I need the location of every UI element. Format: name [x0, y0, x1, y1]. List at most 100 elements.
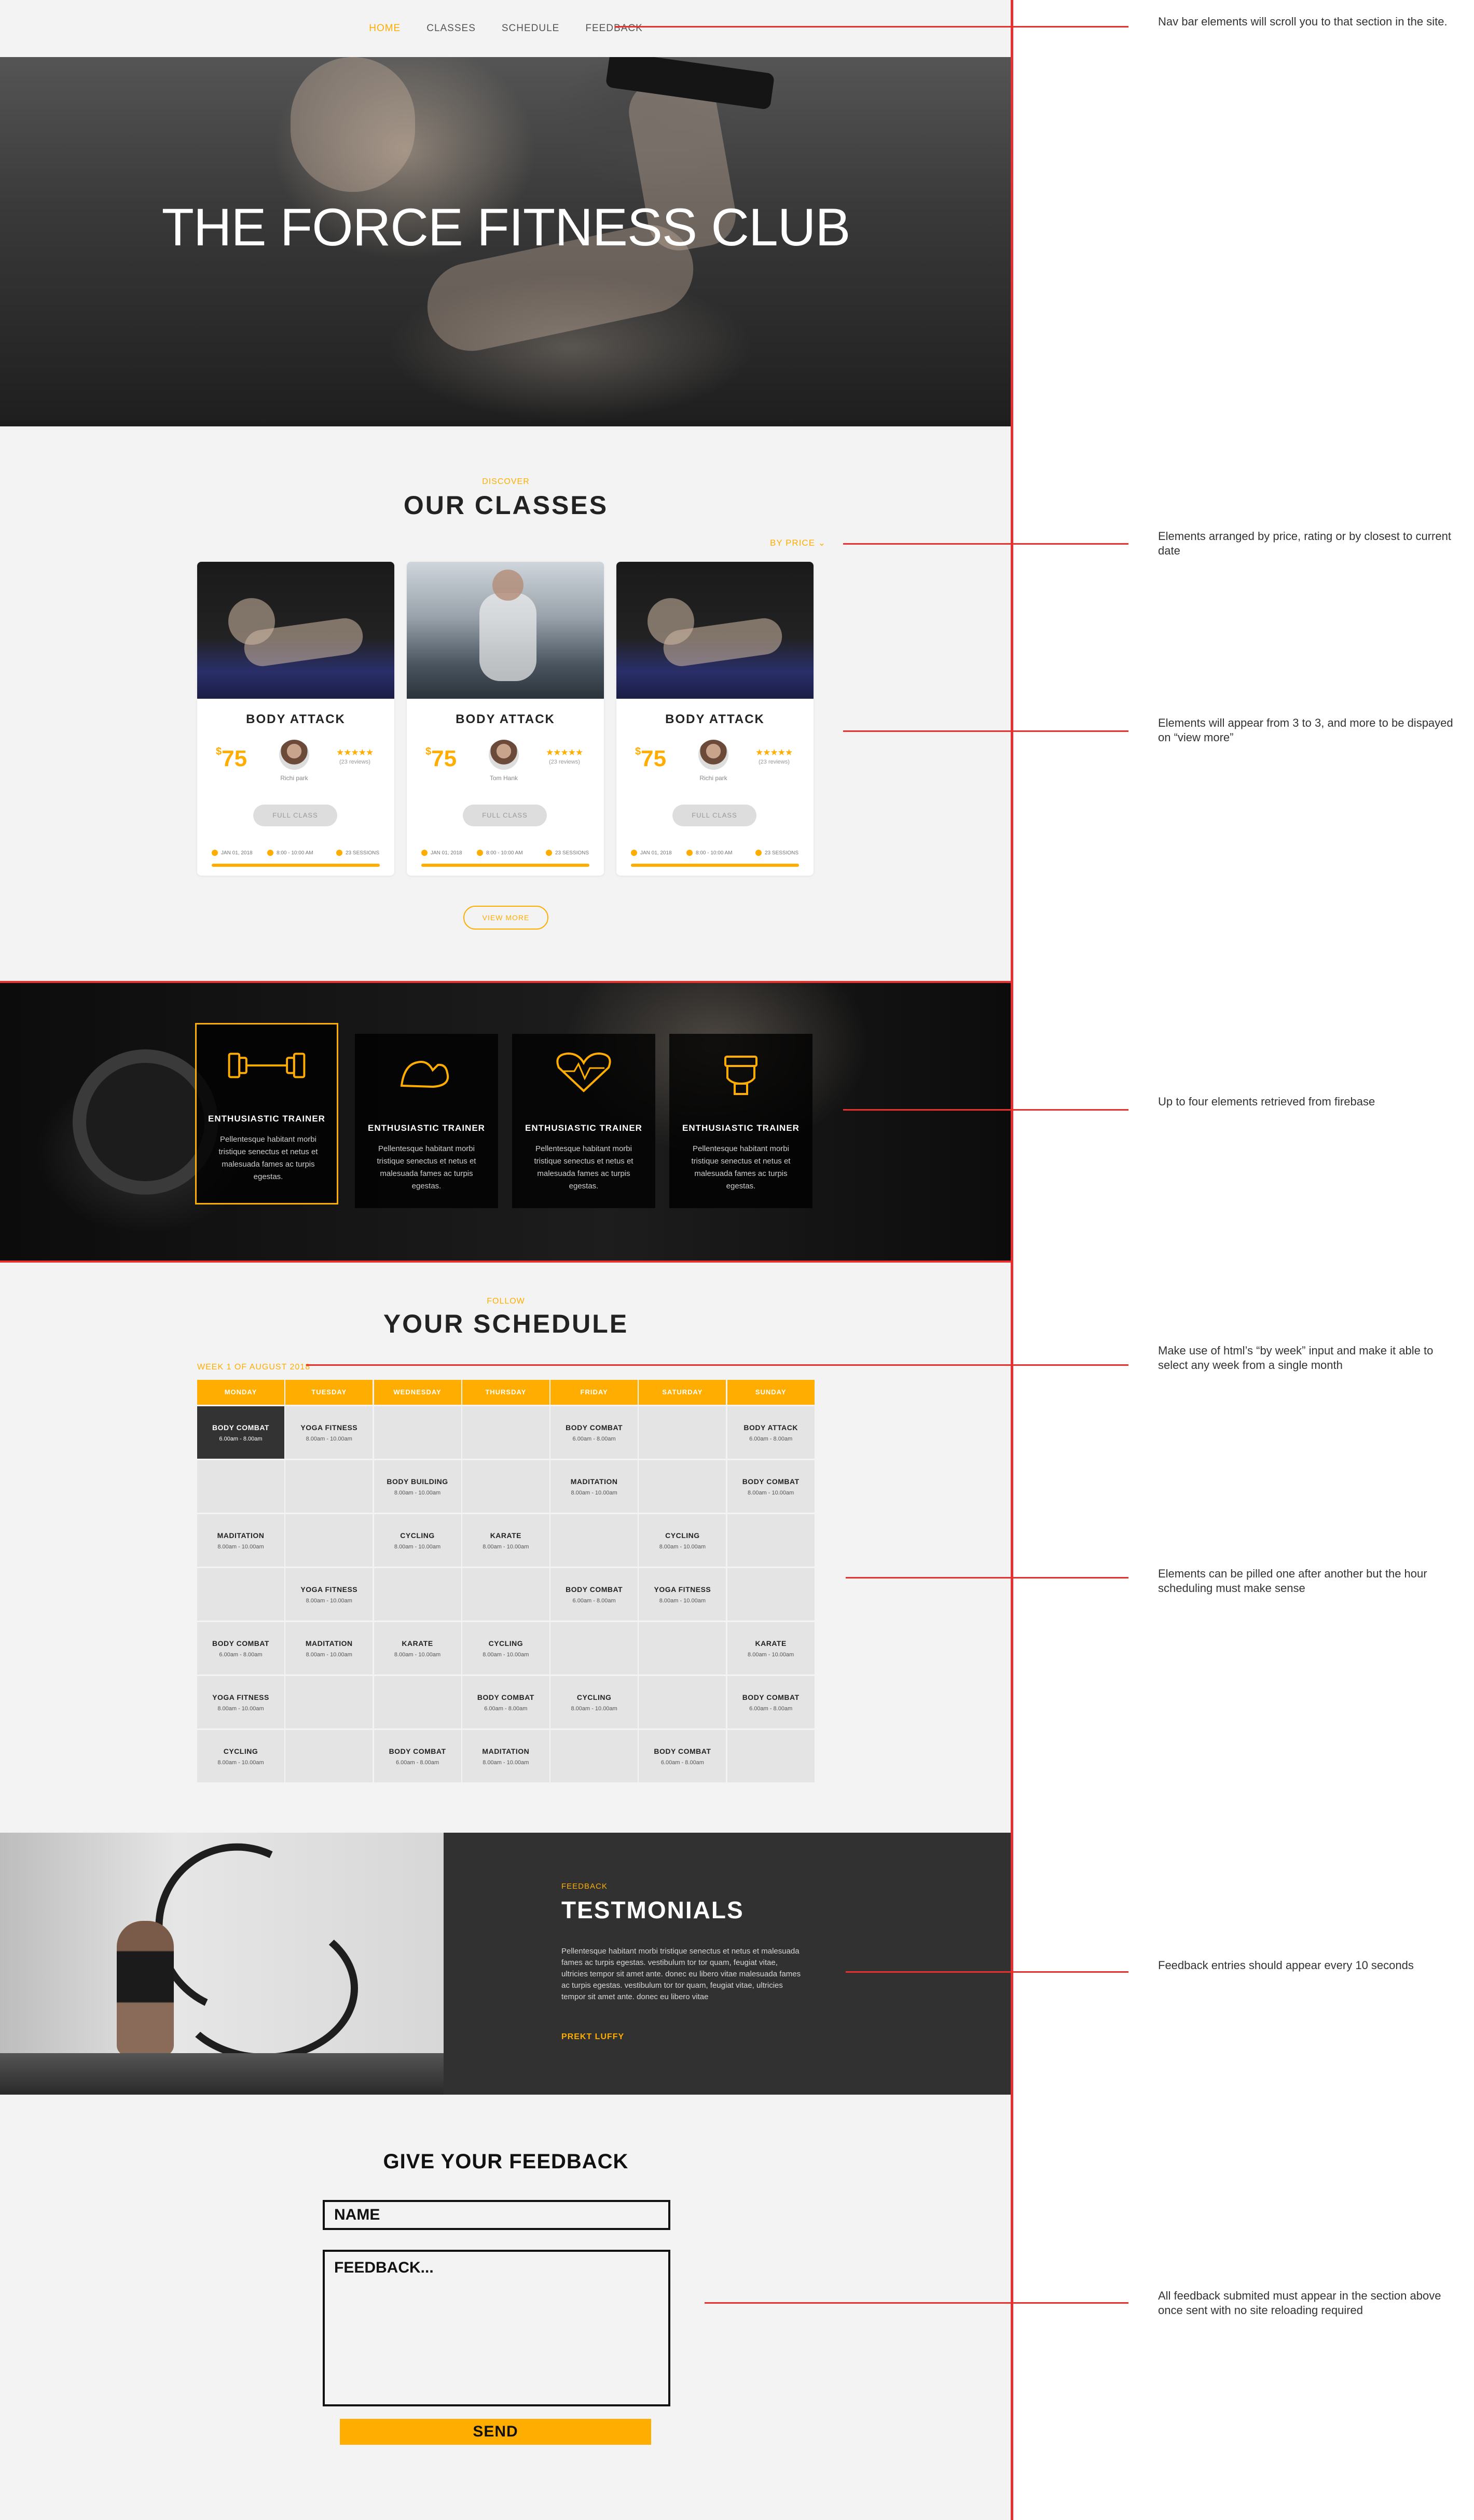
schedule-slot[interactable]: BODY COMBAT 6.00am - 8.00am: [197, 1406, 284, 1459]
slot-class-name: BODY COMBAT: [212, 1639, 269, 1647]
schedule-empty-slot: [639, 1622, 726, 1674]
trainer-box[interactable]: ENTHUSIASTIC TRAINER Pellentesque habita…: [669, 1034, 812, 1208]
fist-icon: [724, 1056, 757, 1095]
nav-item-home[interactable]: HOME: [369, 23, 401, 34]
trainer-box[interactable]: ENTHUSIASTIC TRAINER Pellentesque habita…: [195, 1023, 338, 1204]
schedule-slot[interactable]: CYCLING 8.00am - 10.00am: [550, 1676, 638, 1728]
annotation-note: Nav bar elements will scroll you to that…: [1158, 15, 1448, 28]
slot-class-name: BODY COMBAT: [212, 1423, 269, 1432]
slot-class-name: BODY COMBAT: [742, 1693, 800, 1701]
slot-class-name: KARATE: [755, 1639, 787, 1647]
slot-class-name: YOGA FITNESS: [212, 1693, 269, 1701]
schedule-slot[interactable]: MADITATION 8.00am - 10.00am: [285, 1622, 373, 1674]
slot-class-name: MADITATION: [482, 1747, 530, 1755]
sessions-icon: [336, 850, 342, 856]
nav-item-classes[interactable]: CLASSES: [426, 23, 476, 34]
schedule-slot[interactable]: BODY COMBAT 6.00am - 8.00am: [727, 1676, 815, 1728]
full-class-button[interactable]: FULL CLASS: [253, 805, 337, 826]
slot-class-name: BODY COMBAT: [566, 1423, 623, 1432]
schedule-slot[interactable]: YOGA FITNESS 8.00am - 10.00am: [197, 1676, 284, 1728]
schedule-slot[interactable]: MADITATION 8.00am - 10.00am: [197, 1514, 284, 1567]
schedule-empty-slot: [285, 1514, 373, 1567]
name-input[interactable]: [323, 2200, 670, 2230]
clock-icon: [267, 850, 273, 856]
section-divider: [0, 981, 1012, 983]
schedule-empty-slot: [285, 1676, 373, 1728]
slot-time: 8.00am - 10.00am: [659, 1543, 706, 1550]
class-card[interactable]: BODY ATTACK $75 Richi park ★★★★★ (23 rev…: [197, 562, 394, 876]
schedule-slot[interactable]: YOGA FITNESS 8.00am - 10.00am: [285, 1406, 373, 1459]
trainer-box[interactable]: ENTHUSIASTIC TRAINER Pellentesque habita…: [512, 1034, 655, 1208]
schedule-slot[interactable]: YOGA FITNESS 8.00am - 10.00am: [285, 1568, 373, 1621]
slot-time: 8.00am - 10.00am: [394, 1543, 441, 1550]
schedule-slot[interactable]: CYCLING 8.00am - 10.00am: [462, 1622, 549, 1674]
schedule-slot[interactable]: MADITATION 8.00am - 10.00am: [462, 1730, 549, 1782]
sort-by-price-dropdown[interactable]: BY PRICE ⌄: [770, 538, 826, 548]
slot-class-name: BODY COMBAT: [389, 1747, 446, 1755]
day-header: THURSDAY: [462, 1380, 549, 1405]
classes-eyebrow: DISCOVER: [482, 477, 530, 486]
card-accent-bar: [631, 864, 799, 867]
trainer-name: Richi park: [699, 774, 727, 782]
schedule-slot[interactable]: YOGA FITNESS 8.00am - 10.00am: [639, 1568, 726, 1621]
testimonial-photo: [0, 1833, 444, 2095]
schedule-slot[interactable]: BODY COMBAT 6.00am - 8.00am: [550, 1406, 638, 1459]
full-class-button[interactable]: FULL CLASS: [672, 805, 756, 826]
nav-item-feedback[interactable]: FEEDBACK: [585, 23, 642, 34]
full-class-button[interactable]: FULL CLASS: [463, 805, 547, 826]
slot-time: 6.00am - 8.00am: [660, 1759, 704, 1766]
slot-time: 8.00am - 10.00am: [483, 1759, 529, 1766]
schedule-slot[interactable]: CYCLING 8.00am - 10.00am: [639, 1514, 726, 1567]
schedule-slot[interactable]: CYCLING 8.00am - 10.00am: [374, 1514, 461, 1567]
schedule-empty-slot: [462, 1568, 549, 1621]
schedule-slot[interactable]: CYCLING 8.00am - 10.00am: [197, 1730, 284, 1782]
slot-time: 8.00am - 10.00am: [217, 1759, 264, 1766]
review-count: (23 reviews): [339, 759, 370, 765]
trainer-box[interactable]: ENTHUSIASTIC TRAINER Pellentesque habita…: [355, 1034, 498, 1208]
schedule-slot[interactable]: BODY BUILDING 8.00am - 10.00am: [374, 1460, 461, 1513]
slot-time: 8.00am - 10.00am: [306, 1435, 352, 1442]
rating-stars: ★★★★★: [546, 747, 583, 757]
day-header: SATURDAY: [639, 1380, 726, 1405]
clock-icon: [686, 850, 693, 856]
schedule-slot[interactable]: KARATE 8.00am - 10.00am: [374, 1622, 461, 1674]
schedule-slot[interactable]: BODY COMBAT 6.00am - 8.00am: [374, 1730, 461, 1782]
trainer-name: Richi park: [280, 774, 308, 782]
trainer-description: Pellentesque habitant morbi tristique se…: [534, 1144, 633, 1190]
class-card[interactable]: BODY ATTACK $75 Tom Hank ★★★★★ (23 revie…: [407, 562, 604, 876]
schedule-empty-slot: [462, 1460, 549, 1513]
slot-class-name: BODY BUILDING: [387, 1477, 448, 1486]
schedule-empty-slot: [639, 1406, 726, 1459]
slot-time: 8.00am - 10.00am: [483, 1651, 529, 1658]
annotation-line: [843, 1109, 1128, 1111]
slot-class-name: YOGA FITNESS: [300, 1423, 358, 1432]
class-card[interactable]: BODY ATTACK $75 Richi park ★★★★★ (23 rev…: [616, 562, 814, 876]
feedback-textarea[interactable]: [323, 2250, 670, 2406]
schedule-slot[interactable]: BODY ATTACK 6.00am - 8.00am: [727, 1406, 815, 1459]
view-more-button[interactable]: VIEW MORE: [463, 906, 548, 930]
day-header: TUESDAY: [285, 1380, 373, 1405]
slot-class-name: MADITATION: [217, 1531, 265, 1540]
trainer-title: ENTHUSIASTIC TRAINER: [208, 1114, 325, 1124]
send-button[interactable]: SEND: [340, 2419, 651, 2445]
slot-class-name: CYCLING: [665, 1531, 700, 1540]
slot-class-name: BODY ATTACK: [743, 1423, 798, 1432]
nav-item-schedule[interactable]: SCHEDULE: [502, 23, 559, 34]
schedule-slot[interactable]: KARATE 8.00am - 10.00am: [462, 1514, 549, 1567]
slot-class-name: MADITATION: [305, 1639, 353, 1647]
annotation-line: [846, 1971, 1128, 1973]
trainer-avatar: [489, 740, 519, 770]
schedule-title: YOUR SCHEDULE: [383, 1309, 629, 1338]
annotation-note: Feedback entries should appear every 10 …: [1158, 1959, 1414, 1972]
day-header: FRIDAY: [550, 1380, 638, 1405]
schedule-slot[interactable]: BODY COMBAT 6.00am - 8.00am: [462, 1676, 549, 1728]
week-selector[interactable]: WEEK 1 OF AUGUST 2018: [197, 1363, 310, 1372]
schedule-empty-slot: [285, 1730, 373, 1782]
schedule-slot[interactable]: MADITATION 8.00am - 10.00am: [550, 1460, 638, 1513]
schedule-row: MADITATION 8.00am - 10.00am CYCLING 8.00am …: [197, 1514, 816, 1567]
schedule-slot[interactable]: BODY COMBAT 8.00am - 10.00am: [727, 1460, 815, 1513]
schedule-slot[interactable]: BODY COMBAT 6.00am - 8.00am: [639, 1730, 726, 1782]
schedule-slot[interactable]: BODY COMBAT 6.00am - 8.00am: [550, 1568, 638, 1621]
schedule-slot[interactable]: BODY COMBAT 6.00am - 8.00am: [197, 1622, 284, 1674]
schedule-slot[interactable]: KARATE 8.00am - 10.00am: [727, 1622, 815, 1674]
